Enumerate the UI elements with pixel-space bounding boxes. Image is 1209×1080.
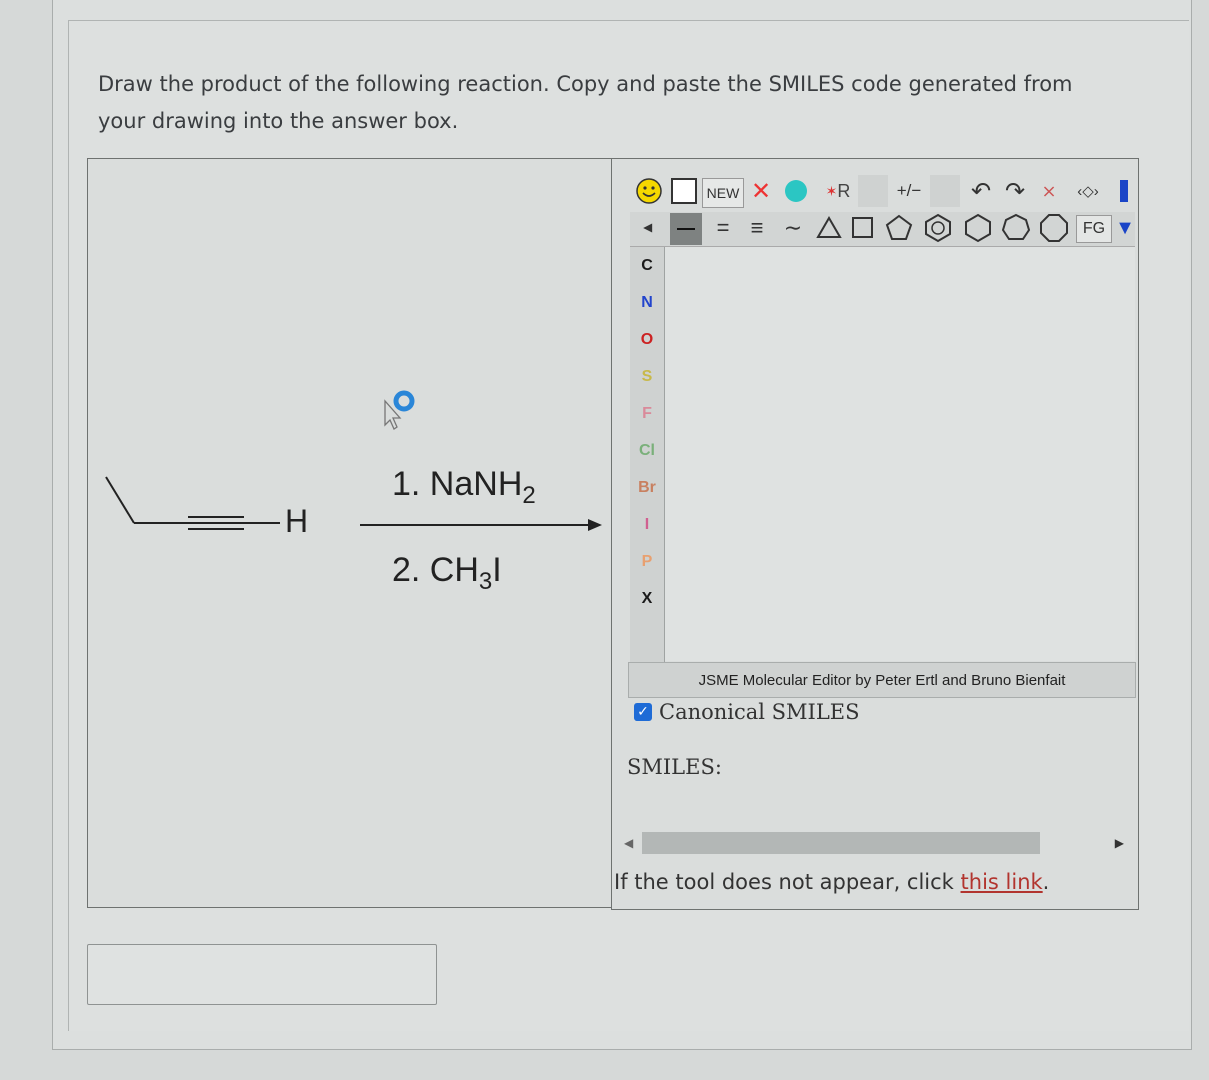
smiles-label: SMILES: xyxy=(627,755,722,779)
atom-button-c[interactable]: C xyxy=(630,249,664,283)
heptagon-ring-icon[interactable] xyxy=(1000,212,1032,244)
empty-tool-slot xyxy=(930,175,960,207)
undo-icon[interactable]: ↶ xyxy=(966,175,996,207)
scroll-left-icon[interactable]: ◀ xyxy=(624,836,633,850)
prompt-line-1: Draw the product of the following reacti… xyxy=(98,72,1073,96)
alkyl-chain-bond xyxy=(105,476,135,524)
scroll-right-icon[interactable]: ▶ xyxy=(1115,836,1124,850)
atom-button-s[interactable]: S xyxy=(630,360,664,394)
wedge-bond-icon[interactable]: ▾ xyxy=(633,213,665,243)
single-bond-button[interactable] xyxy=(670,213,702,245)
reaction-panel: H 1. NaNH2 2. CH3I xyxy=(87,158,613,908)
pentagon-ring-icon[interactable] xyxy=(884,212,914,244)
reagent-step-1: 1. NaNH2 xyxy=(392,465,536,509)
scrollbar-thumb[interactable] xyxy=(642,832,1040,854)
question-prompt: Draw the product of the following reacti… xyxy=(98,66,1128,140)
move-icon[interactable]: ‹◇› xyxy=(1068,175,1108,207)
clear-icon[interactable]: ⨯ xyxy=(1034,175,1064,207)
marker-icon[interactable] xyxy=(780,175,812,207)
triangle-ring-icon[interactable] xyxy=(814,212,844,244)
editor-toolbar-bonds: ▾ = ≡ ∼ FG ▼ xyxy=(630,212,1135,247)
atom-button-o[interactable]: O xyxy=(630,323,664,357)
editor-toolbar-top: NEW ✕ ✶ R +/− ↶ ↷ ⨯ ‹◇› xyxy=(630,175,1135,211)
smiley-icon[interactable] xyxy=(634,175,664,207)
atom-button-cl[interactable]: Cl xyxy=(630,434,664,468)
fallback-link[interactable]: this link xyxy=(961,870,1043,894)
empty-tool-slot xyxy=(858,175,888,207)
redo-icon[interactable]: ↷ xyxy=(1000,175,1030,207)
triple-bond-button[interactable]: ≡ xyxy=(742,212,772,244)
panel-edge-icon xyxy=(1114,175,1134,207)
r-group-button[interactable]: ✶ R xyxy=(820,175,856,207)
loading-cursor-icon xyxy=(393,390,415,412)
canonical-smiles-checkbox[interactable]: ✓ xyxy=(634,703,652,721)
atom-palette: C N O S F Cl Br I P X xyxy=(630,247,665,693)
atom-button-i[interactable]: I xyxy=(630,508,664,542)
atom-button-n[interactable]: N xyxy=(630,286,664,320)
hexagon-ring-icon[interactable] xyxy=(962,212,994,244)
dropdown-triangle-icon[interactable]: ▼ xyxy=(1115,212,1135,244)
canonical-smiles-label: Canonical SMILES xyxy=(659,700,860,724)
new-button[interactable]: NEW xyxy=(702,178,744,208)
delete-icon[interactable]: ✕ xyxy=(748,175,774,207)
prompt-line-2: your drawing into the answer box. xyxy=(98,109,459,133)
functional-group-button[interactable]: FG xyxy=(1076,215,1112,243)
double-bond-button[interactable]: = xyxy=(708,212,738,244)
reaction-scheme xyxy=(105,390,602,531)
square-ring-icon[interactable] xyxy=(848,212,878,244)
chain-icon[interactable]: ∼ xyxy=(778,212,808,244)
answer-input[interactable] xyxy=(87,944,437,1005)
charge-button[interactable]: +/− xyxy=(892,175,926,207)
atom-button-p[interactable]: P xyxy=(630,545,664,579)
octagon-ring-icon[interactable] xyxy=(1038,212,1070,244)
atom-button-f[interactable]: F xyxy=(630,397,664,431)
benzene-ring-icon[interactable] xyxy=(922,212,954,244)
drawing-canvas[interactable] xyxy=(665,247,1135,661)
reaction-arrow-head xyxy=(588,519,602,531)
editor-credit: JSME Molecular Editor by Peter Ertl and … xyxy=(628,662,1136,698)
select-box-icon[interactable] xyxy=(670,175,698,207)
atom-button-br[interactable]: Br xyxy=(630,471,664,505)
fallback-message: If the tool does not appear, click this … xyxy=(614,870,1050,894)
atom-button-x[interactable]: X xyxy=(630,582,664,616)
reagent-step-2: 2. CH3I xyxy=(392,551,502,595)
terminal-hydrogen: H xyxy=(285,503,309,539)
